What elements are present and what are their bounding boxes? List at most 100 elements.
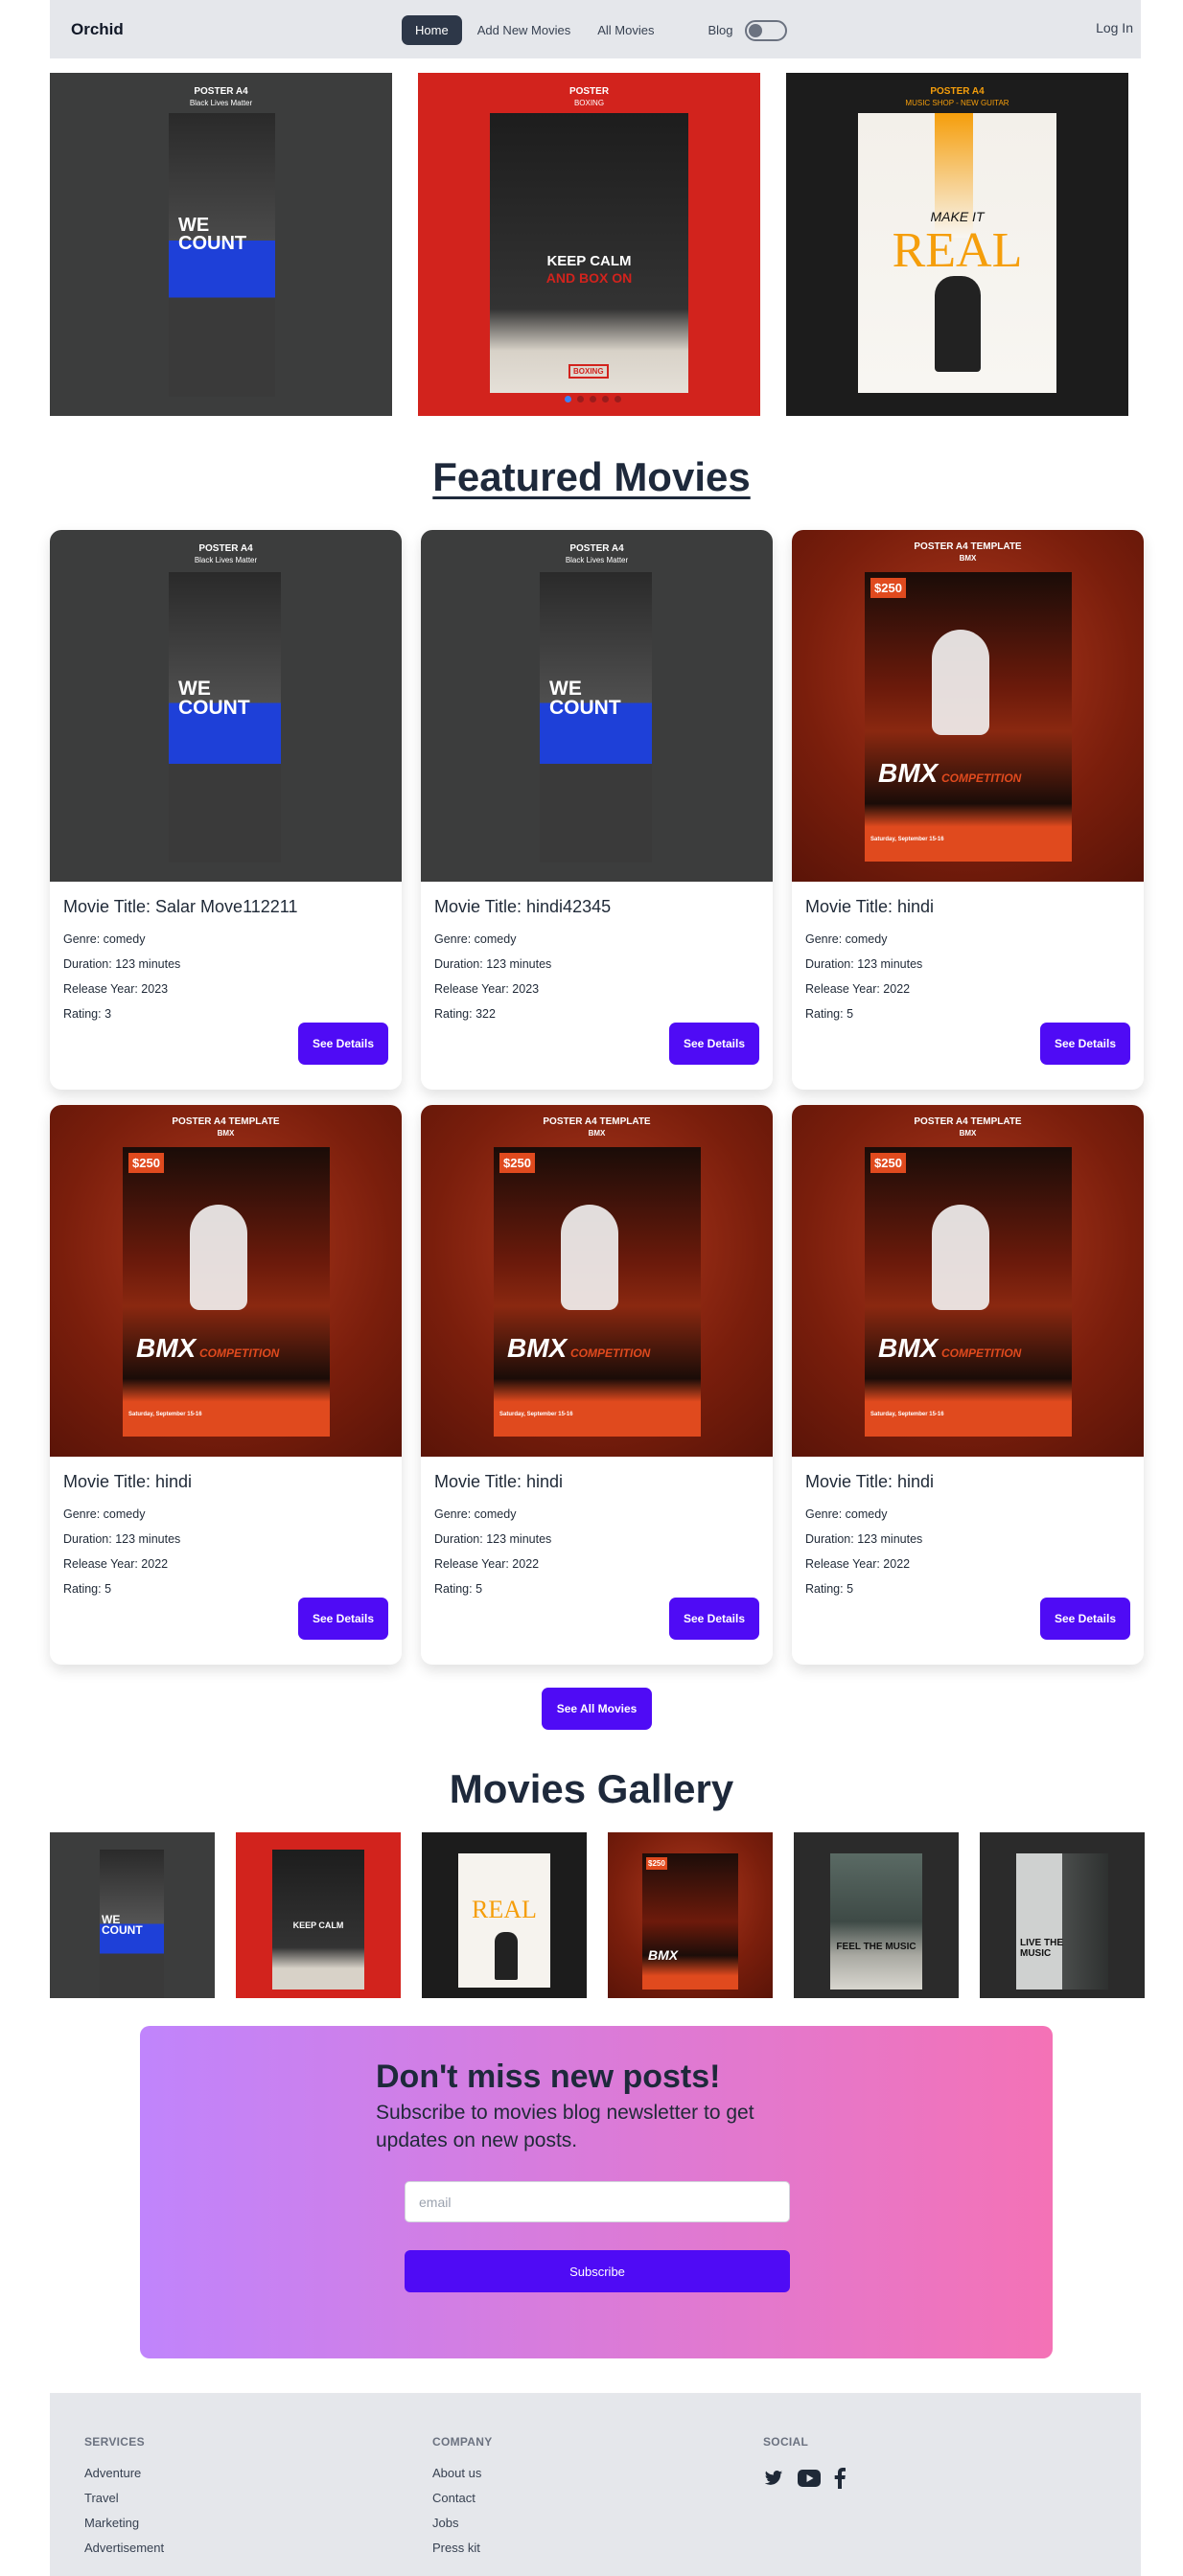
movie-title: Movie Title: hindi xyxy=(434,1472,564,1491)
gallery-item-we-count[interactable]: WE COUNT xyxy=(50,1832,215,1998)
see-details-button[interactable]: See Details xyxy=(669,1023,759,1065)
footer-link-press-kit[interactable]: Press kit xyxy=(432,2541,493,2555)
movie-release-year: Release Year: 2022 xyxy=(434,1557,540,1571)
poster-header: POSTER A4 TEMPLATE xyxy=(914,1116,1022,1127)
see-details-button[interactable]: See Details xyxy=(298,1598,388,1640)
see-details-button[interactable]: See Details xyxy=(1040,1023,1130,1065)
poster-header: POSTER xyxy=(568,86,610,97)
movie-rating: Rating: 5 xyxy=(805,1582,854,1596)
gallery-item-keep-calm[interactable]: KEEP CALM xyxy=(236,1832,401,1998)
gallery-poster: FEEL THE MUSIC xyxy=(830,1853,922,1990)
nav-blog[interactable]: Blog xyxy=(694,15,744,45)
movie-genre: Genre: comedy xyxy=(434,932,517,946)
gallery-poster-headline: FEEL THE MUSIC xyxy=(836,1942,916,1952)
brand-logo[interactable]: Orchid xyxy=(71,20,124,39)
movie-title: Movie Title: hindi42345 xyxy=(434,897,612,916)
footer-link-advertisement[interactable]: Advertisement xyxy=(84,2541,164,2555)
gallery-item-bmx[interactable]: $250 BMX xyxy=(608,1832,773,1998)
carousel-dot[interactable] xyxy=(590,396,596,402)
gallery-poster-headline: WE COUNT xyxy=(102,1913,143,1937)
footer: SERVICES Adventure Travel Marketing Adve… xyxy=(50,2393,1141,2576)
poster-header: POSTER A4 xyxy=(194,86,248,97)
poster-art: $250 BMX COMPETITION Saturday, September 15… xyxy=(494,1147,701,1437)
see-details-button[interactable]: See Details xyxy=(298,1023,388,1065)
theme-toggle[interactable] xyxy=(744,19,787,41)
footer-link-jobs[interactable]: Jobs xyxy=(432,2516,493,2530)
newsletter-heading: Don't miss new posts! xyxy=(376,2058,721,2095)
movie-genre: Genre: comedy xyxy=(63,932,146,946)
poster-headline: WE COUNT xyxy=(178,678,250,719)
movie-release-year: Release Year: 2022 xyxy=(805,1557,911,1571)
login-link[interactable]: Log In xyxy=(1096,20,1133,35)
movies-gallery: WE COUNT KEEP CALM REAL $250 BMX FEEL THE… xyxy=(50,1832,1145,1998)
poster-subheader: BOXING xyxy=(573,99,605,107)
movie-poster[interactable]: POSTER A4 TEMPLATE BMX $250 BMX COMPETITION S… xyxy=(792,530,1144,882)
poster-art: $250 BMX COMPETITION Saturday, September 15… xyxy=(123,1147,330,1437)
poster-headline: KEEP CALM xyxy=(546,253,632,269)
movie-rating: Rating: 5 xyxy=(63,1582,112,1596)
movie-rating: Rating: 5 xyxy=(805,1007,854,1021)
carousel-dot[interactable] xyxy=(615,396,621,402)
newsletter-subtitle: Subscribe to movies blog newsletter to g… xyxy=(376,2102,754,2151)
poster-subheader: BMX xyxy=(959,554,977,563)
youtube-icon[interactable] xyxy=(798,2470,821,2487)
footer-services: SERVICES Adventure Travel Marketing Adve… xyxy=(84,2435,164,2555)
movie-duration: Duration: 123 minutes xyxy=(63,1532,181,1546)
carousel-dot[interactable] xyxy=(565,396,571,402)
movie-duration: Duration: 123 minutes xyxy=(434,1532,552,1546)
movie-poster[interactable]: POSTER A4 TEMPLATE BMX $250 BMX COMPETITION S… xyxy=(792,1105,1144,1457)
gallery-item-live-music[interactable]: LIVE THE MUSIC xyxy=(980,1832,1145,1998)
gallery-item-feel-the-music[interactable]: FEEL THE MUSIC xyxy=(794,1832,959,1998)
carousel-dot[interactable] xyxy=(577,396,584,402)
gallery-poster: $250 BMX xyxy=(642,1853,738,1990)
nav-all-movies[interactable]: All Movies xyxy=(584,15,667,45)
movie-release-year: Release Year: 2022 xyxy=(805,982,911,996)
nav-add-new-movies[interactable]: Add New Movies xyxy=(464,15,585,45)
movie-card-body: Movie Title: hindi42345 Genre: comedy Dura… xyxy=(421,882,773,1090)
movie-poster[interactable]: POSTER A4 Black Lives Matter WE COUNT xyxy=(421,530,773,882)
footer-link-about-us[interactable]: About us xyxy=(432,2466,493,2480)
poster-subheader: MUSIC SHOP - NEW GUITAR xyxy=(905,99,1009,107)
carousel-dot[interactable] xyxy=(602,396,609,402)
movie-poster[interactable]: POSTER A4 Black Lives Matter WE COUNT xyxy=(50,530,402,882)
poster-price: $250 xyxy=(870,578,906,598)
movie-card: POSTER A4 TEMPLATE BMX $250 BMX COMPETITION S… xyxy=(50,1105,402,1665)
see-details-button[interactable]: See Details xyxy=(669,1598,759,1640)
gallery-poster-headline: BMX xyxy=(648,1947,679,1963)
movie-poster[interactable]: POSTER A4 TEMPLATE BMX $250 BMX COMPETITION S… xyxy=(421,1105,773,1457)
see-details-button[interactable]: See Details xyxy=(1040,1598,1130,1640)
see-all-movies-button[interactable]: See All Movies xyxy=(542,1688,652,1730)
gallery-poster: LIVE THE MUSIC xyxy=(1016,1853,1108,1990)
poster-subheader: Black Lives Matter xyxy=(565,556,629,564)
footer-link-contact[interactable]: Contact xyxy=(432,2491,493,2505)
poster-headline-2: COMPETITION xyxy=(570,1346,651,1360)
poster-art: WE COUNT xyxy=(169,113,275,397)
poster-art: WE COUNT xyxy=(540,572,652,862)
footer-link-marketing[interactable]: Marketing xyxy=(84,2516,164,2530)
poster-headline-2: COMPETITION xyxy=(199,1346,280,1360)
newsletter-email-input[interactable] xyxy=(405,2181,790,2222)
hero-carousel[interactable]: POSTER A4 Black Lives Matter WE COUNT POS… xyxy=(50,73,1141,416)
movie-card: POSTER A4 Black Lives Matter WE COUNT Movie … xyxy=(50,530,402,1090)
facebook-icon[interactable] xyxy=(834,2468,846,2489)
movie-poster[interactable]: POSTER A4 TEMPLATE BMX $250 BMX COMPETITION S… xyxy=(50,1105,402,1457)
nav-home[interactable]: Home xyxy=(402,15,462,45)
featured-movies-title: Featured Movies xyxy=(432,454,751,499)
movie-card-body: Movie Title: hindi Genre: comedy Duration:… xyxy=(792,882,1144,1090)
movie-rating: Rating: 322 xyxy=(434,1007,496,1021)
footer-link-travel[interactable]: Travel xyxy=(84,2491,164,2505)
poster-price: $250 xyxy=(870,1153,906,1173)
gallery-item-make-it-real[interactable]: REAL xyxy=(422,1832,587,1998)
poster-headline-2: AND BOX ON xyxy=(545,270,633,286)
footer-link-adventure[interactable]: Adventure xyxy=(84,2466,164,2480)
subscribe-button[interactable]: Subscribe xyxy=(405,2250,790,2292)
gallery-poster-headline: LIVE THE MUSIC xyxy=(1020,1938,1064,1959)
movie-card: POSTER A4 Black Lives Matter WE COUNT Movie … xyxy=(421,530,773,1090)
movie-card-body: Movie Title: hindi Genre: comedy Duration:… xyxy=(792,1457,1144,1665)
twitter-icon[interactable] xyxy=(763,2469,784,2488)
movies-gallery-title: Movies Gallery xyxy=(449,1766,734,1811)
gallery-poster-figure xyxy=(495,1932,518,1980)
poster-headline: BMX xyxy=(878,758,939,788)
movie-genre: Genre: comedy xyxy=(805,1507,888,1521)
poster-price: $250 xyxy=(499,1153,535,1173)
